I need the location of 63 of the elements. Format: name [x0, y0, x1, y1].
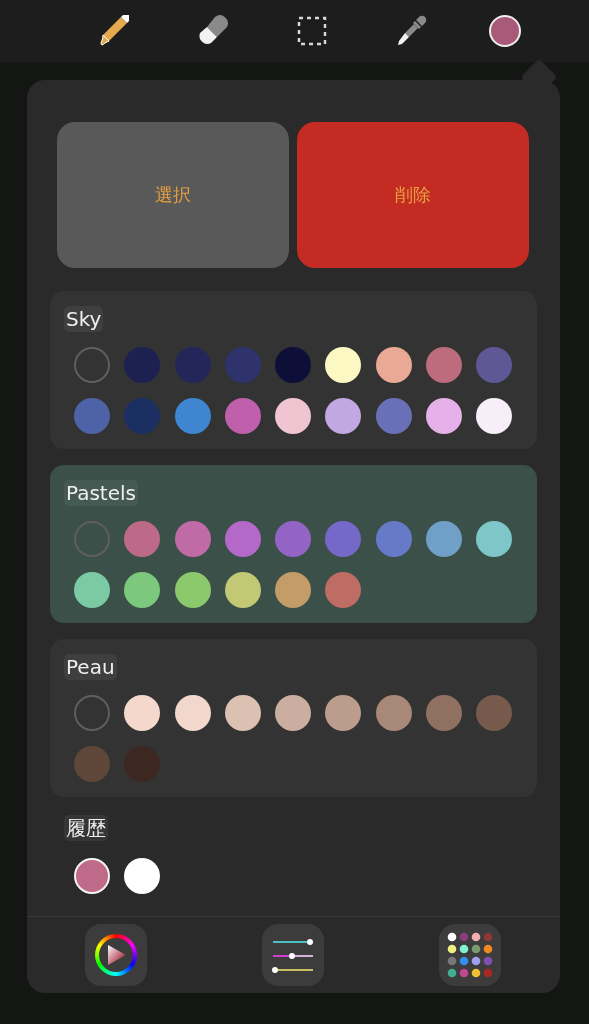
palette-grid-icon	[447, 932, 493, 978]
color-swatch[interactable]	[74, 398, 110, 434]
color-swatch[interactable]	[124, 398, 161, 434]
palette-card[interactable]: Peau	[50, 639, 537, 797]
current-color-button[interactable]	[489, 15, 521, 47]
palette-card[interactable]: Pastels	[50, 465, 537, 623]
color-swatch[interactable]	[124, 347, 161, 383]
color-swatch[interactable]	[74, 858, 110, 894]
color-swatch[interactable]	[124, 858, 160, 894]
palette-title: Pastels	[64, 480, 138, 506]
color-swatch[interactable]	[476, 398, 513, 434]
color-swatch[interactable]	[74, 746, 110, 782]
color-swatch[interactable]	[174, 347, 211, 383]
color-swatch[interactable]	[325, 572, 362, 608]
color-swatch[interactable]	[426, 347, 463, 383]
sliders-icon	[271, 936, 315, 974]
color-swatch[interactable]	[275, 572, 312, 608]
brush-icon	[99, 15, 129, 47]
mode-button[interactable]	[439, 924, 501, 986]
palette-title: Peau	[64, 654, 117, 680]
color-swatch[interactable]	[174, 695, 211, 731]
mode-button[interactable]	[262, 924, 324, 986]
color-swatch[interactable]	[476, 695, 513, 731]
color-swatch[interactable]	[476, 521, 513, 557]
color-swatch[interactable]	[325, 347, 362, 383]
color-swatch[interactable]	[224, 521, 261, 557]
color-swatch[interactable]	[275, 521, 312, 557]
color-swatch[interactable]	[224, 572, 261, 608]
color-swatch[interactable]	[325, 398, 362, 434]
color-swatch[interactable]	[426, 695, 463, 731]
empty-swatch[interactable]	[74, 695, 110, 731]
empty-swatch[interactable]	[74, 347, 110, 383]
color-swatch[interactable]	[375, 695, 412, 731]
mode-button[interactable]	[85, 924, 147, 986]
history-title: 履歴	[64, 815, 108, 841]
color-swatch[interactable]	[174, 521, 211, 557]
empty-swatch[interactable]	[74, 521, 110, 557]
color-swatch[interactable]	[124, 695, 161, 731]
color-swatch[interactable]	[224, 398, 261, 434]
color-swatch[interactable]	[275, 347, 312, 383]
color-swatch[interactable]	[275, 398, 312, 434]
color-swatch[interactable]	[124, 521, 161, 557]
color-wheel-icon	[95, 934, 137, 976]
color-swatch[interactable]	[174, 398, 211, 434]
color-swatch[interactable]	[174, 572, 211, 608]
color-swatch[interactable]	[426, 521, 463, 557]
color-swatch[interactable]	[275, 695, 312, 731]
palette-card[interactable]: Sky	[50, 291, 537, 449]
color-swatch[interactable]	[325, 521, 362, 557]
color-swatch[interactable]	[124, 572, 161, 608]
color-swatch[interactable]	[375, 347, 412, 383]
color-swatch[interactable]	[224, 347, 261, 383]
color-swatch[interactable]	[476, 347, 513, 383]
color-swatch[interactable]	[375, 398, 412, 434]
eraser-icon	[197, 15, 229, 47]
color-swatch[interactable]	[224, 695, 261, 731]
color-swatch[interactable]	[375, 521, 412, 557]
color-swatch[interactable]	[426, 398, 463, 434]
selection-icon	[297, 16, 327, 46]
color-swatch[interactable]	[74, 572, 110, 608]
color-swatch[interactable]	[325, 695, 362, 731]
palette-title: Sky	[64, 306, 104, 332]
eyedropper-icon	[395, 15, 427, 47]
